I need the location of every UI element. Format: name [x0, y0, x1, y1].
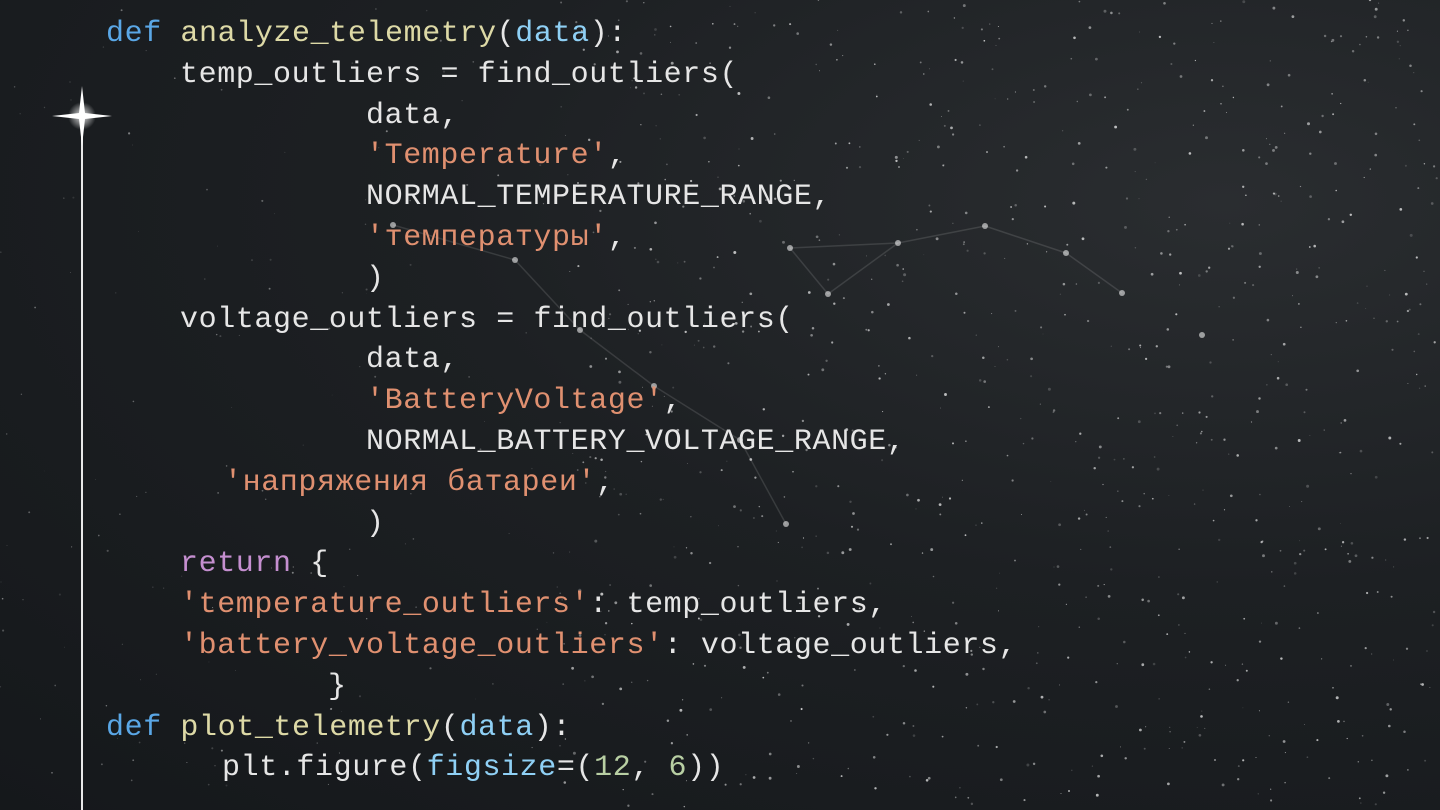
code-token: {	[291, 547, 329, 581]
code-token: 'напряжения батареи'	[224, 466, 597, 500]
code-line: NORMAL_TEMPERATURE_RANGE,	[366, 179, 831, 215]
code-token: 'battery_voltage_outliers'	[180, 629, 664, 663]
code-line: data,	[366, 342, 459, 378]
code-line: def analyze_telemetry(data):	[106, 16, 627, 52]
code-line: 'BatteryVoltage',	[366, 383, 682, 419]
code-token: ):	[533, 711, 572, 745]
code-token: data	[459, 711, 534, 745]
code-token: )	[366, 507, 385, 541]
code-token: ,	[663, 384, 683, 418]
code-line: def plot_telemetry(data):	[106, 710, 571, 746]
code-token: 'temperature_outliers'	[180, 588, 590, 622]
code-token: 'температуры'	[366, 221, 608, 255]
code-token: plot_telemetry	[180, 711, 441, 745]
code-line: 'Temperature',	[366, 138, 626, 174]
code-line: 'напряжения батареи',	[224, 465, 615, 501]
code-token: figsize	[426, 751, 557, 785]
code-token: 'BatteryVoltage'	[366, 384, 664, 418]
code-token: 12	[594, 751, 632, 785]
code-token: : temp_outliers,	[589, 588, 887, 622]
code-line: NORMAL_BATTERY_VOLTAGE_RANGE,	[366, 424, 906, 460]
code-token: plt.figure(	[222, 751, 427, 785]
code-token: (	[496, 17, 516, 51]
code-block: def analyze_telemetry(data): temp_outlier…	[0, 0, 1440, 810]
code-line: 'temperature_outliers': temp_outliers,	[180, 587, 887, 623]
code-token: ,	[607, 221, 627, 255]
code-token: ):	[589, 17, 627, 51]
code-token: return	[180, 547, 292, 581]
code-line: voltage_outliers = find_outliers(	[180, 302, 794, 338]
code-line: )	[366, 261, 385, 297]
code-line: 'battery_voltage_outliers': voltage_outl…	[180, 628, 1017, 664]
code-token: NORMAL_BATTERY_VOLTAGE_RANGE,	[366, 425, 906, 459]
code-token: 6	[668, 751, 688, 785]
code-line: return {	[180, 546, 329, 582]
code-token: : voltage_outliers,	[663, 629, 1018, 663]
code-token: NORMAL_TEMPERATURE_RANGE,	[366, 180, 832, 214]
code-token: ,	[631, 751, 669, 785]
code-token: 'Temperature'	[366, 139, 608, 173]
code-token: data,	[366, 343, 460, 377]
code-line: temp_outliers = find_outliers(	[180, 57, 738, 93]
code-token: }	[328, 670, 347, 704]
code-token: (	[440, 711, 460, 745]
code-token: def	[106, 711, 162, 745]
code-token: def	[106, 17, 162, 51]
code-line: 'температуры',	[366, 220, 626, 256]
code-line: }	[328, 669, 347, 705]
code-token: analyze_telemetry	[180, 17, 497, 51]
code-token: data,	[366, 99, 460, 133]
code-token: ,	[596, 466, 615, 500]
code-line: data,	[366, 98, 459, 134]
code-line: plt.figure(figsize=(12, 6))	[222, 750, 724, 786]
code-token: )	[366, 262, 385, 296]
code-token: voltage_outliers = find_outliers(	[180, 303, 794, 337]
code-token: temp_outliers = find_outliers(	[180, 58, 739, 92]
code-token: ,	[607, 139, 627, 173]
code-token: =(	[556, 751, 595, 785]
code-token: data	[515, 17, 590, 51]
code-line: )	[366, 506, 385, 542]
code-token: ))	[687, 751, 725, 785]
